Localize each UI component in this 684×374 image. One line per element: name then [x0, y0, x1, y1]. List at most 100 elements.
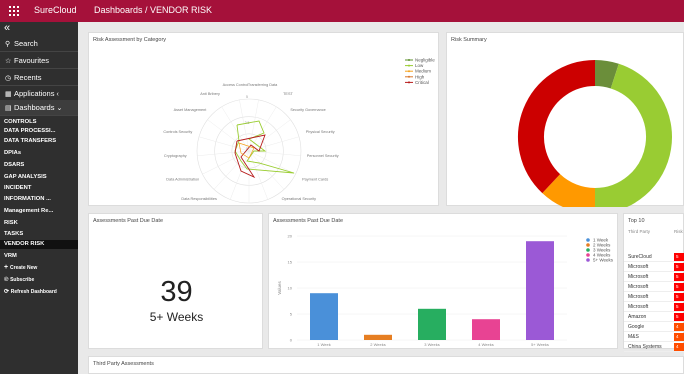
chevron-down-icon: ⌄: [56, 105, 63, 112]
app-grid-icon[interactable]: [9, 6, 19, 16]
sidebar-favourites-label: Favourites: [14, 56, 50, 65]
third-party-name: M&S: [628, 334, 639, 340]
panel-title: Assessments Past Due Date: [93, 218, 164, 224]
radar-category-label: Security Governance: [290, 108, 325, 112]
sidebar-search[interactable]: ⚲ Search: [0, 36, 78, 52]
column-header-third-party[interactable]: Third Party: [628, 229, 650, 234]
bar-4: [472, 319, 500, 340]
past-due-count: 39: [160, 276, 193, 308]
donut-slice-critical: [518, 60, 596, 194]
sidebar-dashboard-item[interactable]: VRM: [4, 252, 76, 261]
sidebar-recents[interactable]: ◷ Recents: [0, 70, 78, 86]
table-row[interactable]: M&S 4: [624, 332, 684, 342]
sidebar-dashboard-item[interactable]: Management Re...: [4, 207, 76, 216]
radar-legend-marker: [408, 75, 410, 78]
donut-slice-low: [594, 63, 672, 207]
brand-name[interactable]: SureCloud: [34, 5, 77, 15]
clock-icon: ◷: [5, 75, 12, 82]
sidebar-dashboard-item[interactable]: DPIAs: [4, 149, 76, 158]
top-bar: SureCloud Dashboards / VENDOR RISK: [0, 0, 684, 22]
bar-2: [364, 334, 392, 340]
radar-legend-marker: [408, 59, 410, 61]
risk-score-badge: 5: [674, 253, 684, 261]
radar-category-label: Access Control: [223, 83, 249, 87]
table-row[interactable]: Microsoft 5: [624, 272, 684, 282]
third-party-name: Microsoft: [628, 274, 649, 280]
radar-category-label: Payment Cards: [302, 177, 328, 181]
create-new-button[interactable]: + Create New: [4, 263, 37, 273]
sidebar-dashboard-item-selected[interactable]: VENDOR RISK: [0, 240, 78, 249]
sidebar-favourites[interactable]: ☆ Favourites: [0, 53, 78, 69]
table-row[interactable]: Microsoft 5: [624, 292, 684, 302]
risk-score-badge: 5: [674, 283, 684, 291]
radar-legend-label: Low: [415, 63, 424, 68]
sidebar-dashboard-item[interactable]: RISK: [4, 219, 76, 228]
bar-ytick-label: 5: [290, 312, 293, 317]
third-party-name: Microsoft: [628, 284, 649, 290]
radar-category-label: Data Responsibilities: [181, 197, 217, 201]
bar-ytick-label: 20: [288, 234, 293, 239]
sidebar-dashboard-item[interactable]: DSARS: [4, 161, 76, 170]
radar-legend-label: Negligible: [415, 58, 435, 63]
bar-xtick-label: 5+ Weeks: [531, 342, 549, 347]
bar-xtick-label: 2 Weeks: [370, 342, 386, 347]
radar-legend-label: Critical: [415, 80, 429, 85]
table-row[interactable]: Amazon 5: [624, 312, 684, 322]
radar-spoke: [213, 150, 250, 190]
sidebar-dashboard-item[interactable]: DATA TRANSFERS: [4, 137, 76, 146]
third-party-assessments-panel: Third Party Assessments: [88, 356, 684, 374]
risk-score-badge: 5: [674, 263, 684, 271]
risk-summary-panel: Risk Summary: [446, 32, 684, 207]
risk-score-badge: 4: [674, 333, 684, 341]
third-party-name: China Systems: [628, 344, 662, 350]
bar-xtick-label: 4 Weeks: [478, 342, 494, 347]
panel-title: Third Party Assessments: [93, 361, 154, 367]
radar-spoke: [248, 150, 269, 200]
subscribe-label: Subscribe: [10, 277, 35, 283]
donut-chart: [518, 60, 672, 207]
collapse-sidebar-button[interactable]: «: [4, 22, 10, 34]
risk-by-category-panel: Risk Assessment by Category Transferring…: [88, 32, 439, 206]
radar-category-label: Personnel Security: [307, 154, 339, 158]
radar-category-label: Anti Bribery: [200, 92, 220, 96]
radar-category-label: Cryptography: [164, 154, 187, 158]
radar-legend-marker: [408, 81, 410, 84]
sidebar-dashboards[interactable]: ▤ Dashboards ⌄: [0, 100, 78, 116]
chevron-left-icon: ‹: [56, 91, 59, 98]
bar-ytick-label: 0: [290, 338, 293, 343]
table-row[interactable]: Microsoft 5: [624, 302, 684, 312]
sidebar-dashboard-item[interactable]: CONTROLS: [4, 118, 76, 127]
subscribe-button[interactable]: ℗ Subscribe: [4, 275, 34, 285]
bar-ytick-label: 15: [288, 260, 293, 265]
table-row[interactable]: China Systems 4: [624, 342, 684, 352]
bar-chart: 0 5 10 15 20 Values 1 Week 2 Weeks 3 Weeks 4 Week…: [277, 234, 614, 348]
sidebar-dashboard-item[interactable]: DATA PROCESSI...: [4, 127, 76, 136]
table-row[interactable]: Microsoft 5: [624, 282, 684, 292]
radar-category-label: Data Administration: [166, 177, 199, 181]
bar-legend-label: 5+ Weeks: [593, 258, 614, 263]
search-icon: ⚲: [5, 41, 11, 48]
sidebar-dashboard-item[interactable]: TASKS: [4, 230, 76, 239]
column-header-risk[interactable]: Risk: [674, 229, 683, 234]
table-row[interactable]: Google 4: [624, 322, 684, 332]
radar-category-label: Physical Security: [306, 130, 335, 134]
sidebar-dashboard-item[interactable]: INFORMATION ...: [4, 195, 76, 204]
donut-slice-medium: [542, 173, 596, 207]
past-due-number-panel: Assessments Past Due Date 39 5+ Weeks: [88, 213, 263, 349]
bar-1: [310, 293, 338, 340]
risk-score-badge: 4: [674, 323, 684, 331]
sidebar-applications-label: Applications: [14, 89, 55, 98]
table-row[interactable]: Microsoft 5: [624, 262, 684, 272]
bar-xtick-label: 1 Week: [317, 342, 331, 347]
create-new-label: Create New: [10, 265, 38, 271]
sidebar-dashboards-label: Dashboards: [14, 103, 55, 112]
bar-legend-marker: [586, 258, 590, 262]
table-row[interactable]: SureCloud 5: [624, 252, 684, 262]
bar-legend-marker: [586, 243, 590, 247]
refresh-dashboard-button[interactable]: ⟳ Refresh Dashboard: [4, 287, 57, 297]
sidebar-dashboard-item[interactable]: GAP ANALYSIS: [4, 173, 76, 182]
third-party-name: Microsoft: [628, 294, 649, 300]
sidebar-dashboard-item[interactable]: INCIDENT: [4, 184, 76, 193]
third-party-name: Google: [628, 324, 645, 330]
breadcrumb: Dashboards / VENDOR RISK: [94, 5, 213, 15]
